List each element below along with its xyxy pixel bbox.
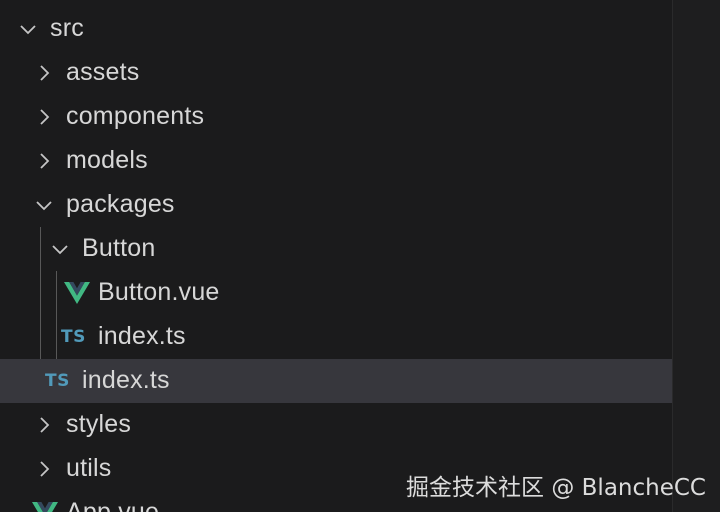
tree-item-label: Button.vue <box>98 277 220 306</box>
tree-item-index-ts[interactable]: TS index.ts <box>0 315 672 359</box>
watermark-text: 掘金技术社区 @ BlancheCC <box>406 475 706 501</box>
tree-item-label: Button <box>82 233 156 262</box>
chevron-down-icon[interactable] <box>50 239 70 259</box>
tree-item-label: utils <box>66 453 112 482</box>
tree-item-label: index.ts <box>98 321 186 350</box>
chevron-right-icon[interactable] <box>34 459 54 479</box>
ts-icon: TS <box>45 371 70 391</box>
vue-icon <box>32 502 58 512</box>
scrollbar-track[interactable] <box>672 0 720 512</box>
chevron-down-icon[interactable] <box>18 19 38 39</box>
tree-item-models[interactable]: models <box>0 139 672 183</box>
tree-item-label: App.vue <box>66 497 160 512</box>
chevron-right-icon[interactable] <box>34 151 54 171</box>
tree-item-label: index.ts <box>82 365 170 394</box>
tree-item-label: packages <box>66 189 175 218</box>
chevron-right-icon[interactable] <box>34 63 54 83</box>
tree-item-label: assets <box>66 57 140 86</box>
tree-item-packages[interactable]: packages <box>0 183 672 227</box>
tree-item-index-ts-selected[interactable]: TS index.ts <box>0 359 672 403</box>
tree-item-assets[interactable]: assets <box>0 51 672 95</box>
tree-item-label: components <box>66 101 205 130</box>
tree-item-button-folder[interactable]: Button <box>0 227 672 271</box>
chevron-right-icon[interactable] <box>34 415 54 435</box>
file-explorer: src assets components models packages Bu… <box>0 0 672 512</box>
tree-item-label: models <box>66 145 148 174</box>
tree-item-button-vue[interactable]: Button.vue <box>0 271 672 315</box>
chevron-down-icon[interactable] <box>34 195 54 215</box>
tree-item-src[interactable]: src <box>0 7 672 51</box>
ts-icon: TS <box>61 327 86 347</box>
tree-item-styles[interactable]: styles <box>0 403 672 447</box>
tree-item-label: styles <box>66 409 132 438</box>
indent-guide <box>40 227 41 359</box>
tree-item-label: src <box>50 13 84 42</box>
indent-guide <box>56 271 57 359</box>
vue-icon <box>64 282 90 304</box>
tree-item-components[interactable]: components <box>0 95 672 139</box>
chevron-right-icon[interactable] <box>34 107 54 127</box>
